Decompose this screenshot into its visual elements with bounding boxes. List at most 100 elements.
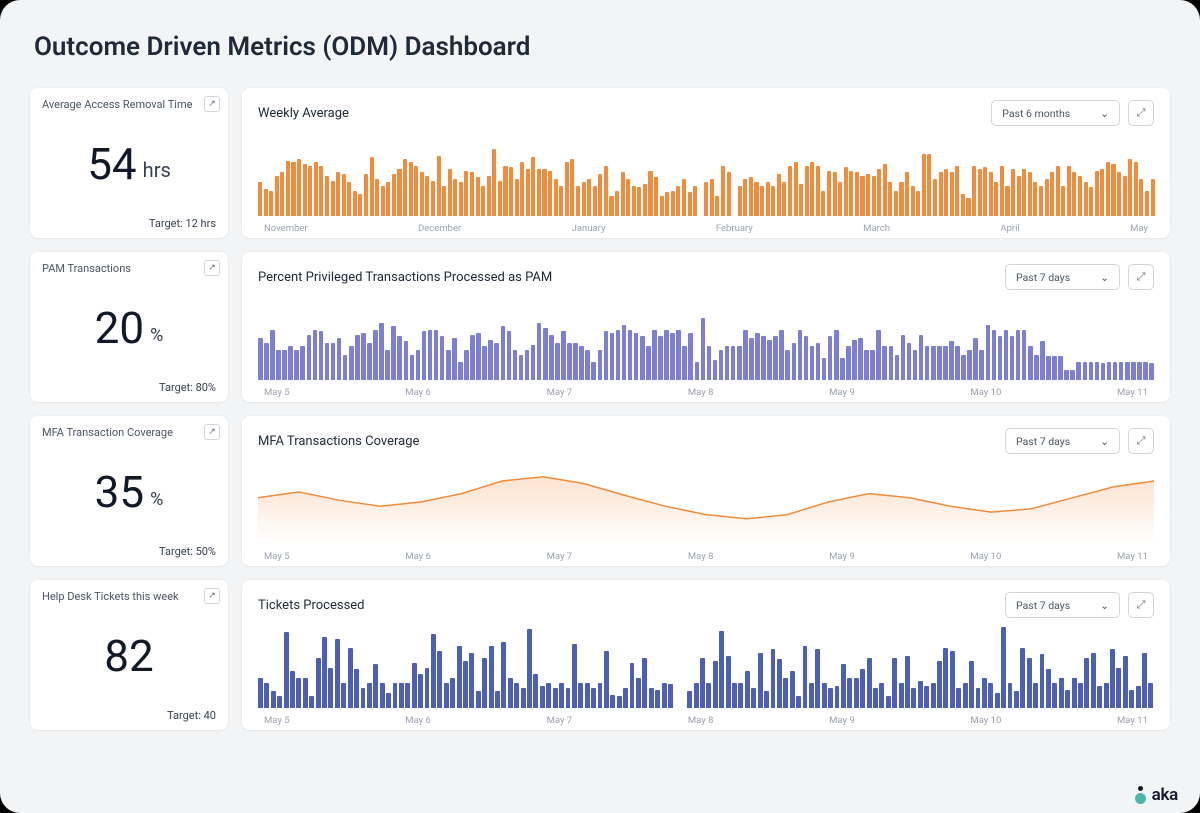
chart-bar bbox=[1033, 182, 1037, 216]
chart-bar bbox=[367, 683, 372, 708]
chart-bar bbox=[617, 696, 622, 708]
chart-bar bbox=[554, 179, 558, 216]
chart-bar bbox=[1050, 172, 1054, 216]
expand-button[interactable]: ⤢ bbox=[1128, 592, 1154, 618]
chart-bar bbox=[609, 196, 613, 216]
range-select[interactable]: Past 7 days ⌄ bbox=[1005, 264, 1120, 290]
range-label: Past 7 days bbox=[1016, 599, 1070, 612]
x-axis-label: May 7 bbox=[547, 387, 573, 398]
x-axis-label: May 7 bbox=[547, 715, 573, 726]
expand-button[interactable]: ⤢ bbox=[1128, 428, 1154, 454]
chart-bar bbox=[325, 343, 330, 380]
chart-bar bbox=[1143, 362, 1148, 380]
chart-bar bbox=[358, 194, 362, 216]
x-axis-label: May 10 bbox=[970, 387, 1001, 398]
chart-bar bbox=[416, 350, 421, 380]
chart-title: Weekly Average bbox=[258, 106, 349, 121]
chart-bar bbox=[798, 330, 803, 380]
chart-bar bbox=[961, 355, 966, 380]
chart-bar bbox=[604, 166, 608, 216]
area-chart bbox=[258, 460, 1154, 544]
chart-bar bbox=[838, 182, 842, 216]
chart-bar bbox=[403, 159, 407, 216]
chart-bar bbox=[481, 186, 485, 216]
range-select[interactable]: Past 7 days ⌄ bbox=[1005, 592, 1120, 618]
chart-bar bbox=[527, 629, 532, 708]
chart-bar bbox=[976, 688, 981, 708]
range-select[interactable]: Past 7 days ⌄ bbox=[1005, 428, 1120, 454]
chart-bar bbox=[431, 634, 436, 708]
chart-bar bbox=[1104, 683, 1109, 708]
chart-bar bbox=[448, 169, 452, 216]
chart-bar bbox=[537, 323, 542, 380]
chart-bar bbox=[701, 318, 706, 380]
chart-bar bbox=[788, 166, 792, 216]
chart-bar bbox=[397, 336, 402, 380]
chart-bar bbox=[700, 658, 705, 708]
kpi-title: PAM Transactions bbox=[42, 262, 216, 275]
chart-bar bbox=[1151, 179, 1155, 216]
chart-bar bbox=[648, 171, 652, 216]
chart-bar bbox=[446, 350, 451, 380]
chart-bar bbox=[319, 331, 324, 380]
chart-bar bbox=[907, 343, 912, 380]
x-axis-label: March bbox=[863, 223, 890, 234]
chart-bar bbox=[883, 164, 887, 216]
chart-bar bbox=[437, 156, 441, 216]
expand-icon[interactable]: ↗ bbox=[204, 424, 220, 440]
chart-bar bbox=[1011, 169, 1015, 216]
chart-bar bbox=[1022, 330, 1027, 380]
chart-bar bbox=[476, 333, 481, 380]
chart-bar bbox=[727, 172, 731, 216]
chart-bar bbox=[919, 335, 924, 380]
chart-bar bbox=[520, 162, 524, 216]
chart-bar bbox=[604, 331, 609, 380]
chart-bar bbox=[379, 323, 384, 380]
chart-bar bbox=[694, 683, 699, 708]
chart-bar bbox=[314, 162, 318, 216]
chart-bar bbox=[726, 656, 731, 708]
chart-bar bbox=[901, 335, 906, 380]
expand-button[interactable]: ⤢ bbox=[1128, 100, 1154, 126]
chart-bar bbox=[1137, 362, 1142, 380]
expand-button[interactable]: ⤢ bbox=[1128, 264, 1154, 290]
chart-bar bbox=[1005, 186, 1009, 216]
chart-bar bbox=[542, 169, 546, 216]
chart-bar bbox=[286, 161, 290, 216]
chart-bar bbox=[719, 631, 724, 708]
chart-bar bbox=[783, 678, 788, 708]
chart-bar bbox=[676, 186, 680, 216]
chart-bar bbox=[470, 172, 474, 216]
chart-bar bbox=[422, 331, 427, 380]
chart-bar bbox=[258, 182, 262, 216]
expand-icon[interactable]: ↗ bbox=[204, 260, 220, 276]
chart-bar bbox=[393, 683, 398, 708]
logo-text: aka bbox=[1152, 785, 1178, 805]
chart-bar bbox=[264, 189, 268, 216]
chart-bar bbox=[397, 169, 401, 216]
chart-bar bbox=[1028, 346, 1033, 380]
chart-bar bbox=[322, 637, 327, 708]
chart-bar bbox=[1089, 362, 1094, 380]
chevron-down-icon: ⌄ bbox=[1100, 107, 1109, 120]
chart-bar bbox=[537, 169, 541, 216]
chart-bar bbox=[779, 330, 784, 380]
chart-bar bbox=[1033, 683, 1038, 708]
chart-bar bbox=[1123, 656, 1128, 708]
chart-bar bbox=[870, 350, 875, 380]
chart-bar bbox=[961, 194, 965, 216]
chart-bar bbox=[749, 177, 753, 216]
chart-bar bbox=[1091, 653, 1096, 708]
chart-bar bbox=[1014, 691, 1019, 708]
chart-bar bbox=[342, 174, 346, 216]
chart-bar bbox=[1034, 355, 1039, 380]
chart-bar bbox=[420, 172, 424, 216]
chart-bar bbox=[616, 330, 621, 380]
chart-bar bbox=[835, 686, 840, 708]
expand-icon[interactable]: ↗ bbox=[204, 96, 220, 112]
chart-bar bbox=[967, 350, 972, 380]
chart-bar bbox=[585, 683, 590, 708]
expand-icon[interactable]: ↗ bbox=[204, 588, 220, 604]
range-select[interactable]: Past 6 months ⌄ bbox=[991, 100, 1120, 126]
chart-bar bbox=[349, 346, 354, 380]
